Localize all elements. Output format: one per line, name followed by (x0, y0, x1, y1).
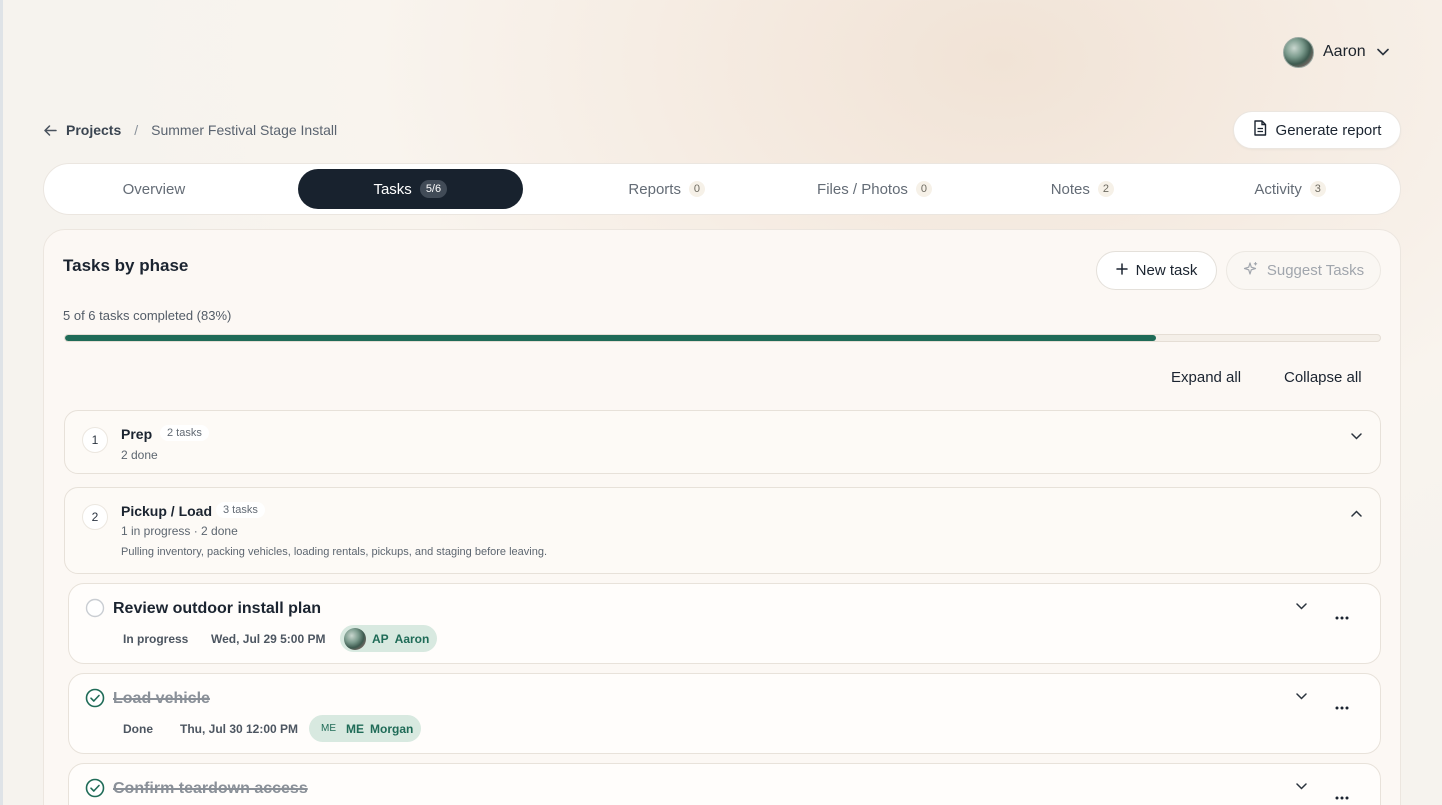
task-title[interactable]: Confirm teardown access (113, 780, 308, 798)
user-menu[interactable]: Aaron (1283, 36, 1391, 68)
phase-status-summary: 1 in progress · 2 done (121, 524, 238, 538)
phase-status-summary: 2 done (121, 448, 158, 462)
chevron-down-icon[interactable] (1293, 598, 1309, 614)
task-due-date: Thu, Jul 30 12:00 PM (180, 722, 299, 736)
breadcrumb-separator: / (134, 122, 139, 138)
assignee-name: Morgan (370, 721, 414, 736)
back-arrow-icon[interactable] (43, 123, 57, 137)
phase-prep[interactable]: 1 Prep 2 tasks 2 done (64, 410, 1381, 474)
phase-task-count-badge: 2 tasks (160, 425, 209, 441)
tab-activity[interactable]: Activity 3 (1186, 169, 1394, 209)
phase-task-count-badge: 3 tasks (216, 502, 265, 518)
progress-label: 5 of 6 tasks completed (83%) (63, 308, 232, 323)
breadcrumb: Projects / Summer Festival Stage Install (43, 121, 337, 139)
task-title[interactable]: Load vehicle (113, 690, 210, 708)
collapse-all-button[interactable]: Collapse all (1284, 369, 1362, 386)
tab-tasks-label: Tasks (373, 180, 412, 198)
new-task-button[interactable]: New task (1096, 251, 1217, 290)
breadcrumb-current: Summer Festival Stage Install (151, 122, 338, 138)
suggest-tasks-button[interactable]: Suggest Tasks (1226, 251, 1381, 290)
task-status: In progress (123, 632, 189, 646)
phase-number: 1 (82, 427, 108, 453)
chevron-up-icon[interactable] (1348, 505, 1364, 521)
document-icon (1253, 120, 1267, 140)
chevron-down-icon (1375, 44, 1391, 60)
sparkle-icon (1243, 261, 1259, 281)
assignee-name: Aaron (394, 631, 430, 646)
tasks-panel: Tasks by phase New task Suggest Tasks 5 … (43, 229, 1401, 805)
assignee-initials: ME (321, 723, 336, 734)
task-checkbox-checked-icon[interactable] (85, 688, 105, 708)
tab-activity-count: 3 (1309, 181, 1326, 197)
phase-description: Pulling inventory, packing vehicles, loa… (121, 546, 547, 558)
task-status: Done (123, 722, 153, 736)
tab-tasks[interactable]: Tasks 5/6 (297, 169, 523, 209)
phase-pickup-load[interactable]: 2 Pickup / Load 3 tasks 1 in progress · … (64, 487, 1381, 574)
assignee-initials: AP (372, 631, 389, 646)
task-checkbox-empty-icon[interactable] (85, 598, 105, 618)
generate-report-label: Generate report (1275, 121, 1382, 139)
expand-all-button[interactable]: Expand all (1171, 369, 1241, 386)
phase-name: Pickup / Load (121, 503, 213, 519)
new-task-label: New task (1135, 262, 1198, 279)
task-assignee-chip[interactable]: AP Aaron (340, 625, 438, 652)
chevron-down-icon[interactable] (1293, 688, 1309, 704)
suggest-tasks-label: Suggest Tasks (1266, 262, 1365, 279)
assignee-name: ME (346, 721, 364, 736)
plus-icon (1115, 262, 1128, 279)
progress-bar (64, 334, 1381, 342)
task-due-date: Wed, Jul 29 5:00 PM (211, 632, 326, 646)
phase-number: 2 (82, 504, 108, 530)
progress-bar-fill (65, 335, 1157, 341)
phase-name: Prep (121, 426, 153, 442)
tab-notes-count: 2 (1097, 181, 1114, 197)
more-options-icon[interactable] (1332, 700, 1352, 716)
tab-notes[interactable]: Notes 2 (978, 169, 1186, 209)
user-avatar (1283, 36, 1314, 68)
tab-reports-label: Reports (628, 180, 681, 198)
task-assignee-chip[interactable]: ME ME Morgan (309, 715, 422, 742)
chevron-down-icon[interactable] (1293, 778, 1309, 794)
chevron-down-icon[interactable] (1348, 428, 1364, 444)
panel-title: Tasks by phase (63, 256, 189, 275)
tab-reports-count: 0 (688, 181, 705, 197)
tab-files-photos-count: 0 (915, 181, 932, 197)
breadcrumb-projects-link[interactable]: Projects (66, 122, 121, 138)
task-card: Load vehicle Done Thu, Jul 30 12:00 PM M… (68, 673, 1381, 754)
assignee-avatar (344, 627, 366, 650)
task-card: Review outdoor install plan In progress … (68, 583, 1381, 664)
task-title[interactable]: Review outdoor install plan (113, 600, 321, 618)
tab-reports[interactable]: Reports 0 (563, 169, 771, 209)
tab-overview-label: Overview (122, 180, 186, 198)
tab-files-photos[interactable]: Files / Photos 0 (771, 169, 979, 209)
tab-overview[interactable]: Overview (50, 169, 258, 209)
more-options-icon[interactable] (1332, 790, 1352, 805)
tab-activity-label: Activity (1254, 180, 1302, 198)
generate-report-button[interactable]: Generate report (1233, 111, 1401, 149)
more-options-icon[interactable] (1332, 610, 1352, 626)
window-edge (0, 0, 3, 805)
tab-notes-label: Notes (1050, 180, 1090, 198)
user-name: Aaron (1323, 43, 1366, 60)
task-card: Confirm teardown access (68, 763, 1381, 805)
tab-tasks-count: 5/6 (419, 180, 448, 198)
task-checkbox-checked-icon[interactable] (85, 778, 105, 798)
project-tabs: Overview Tasks 5/6 Reports 0 Files / Pho… (43, 163, 1401, 215)
tab-files-photos-label: Files / Photos (817, 180, 908, 198)
